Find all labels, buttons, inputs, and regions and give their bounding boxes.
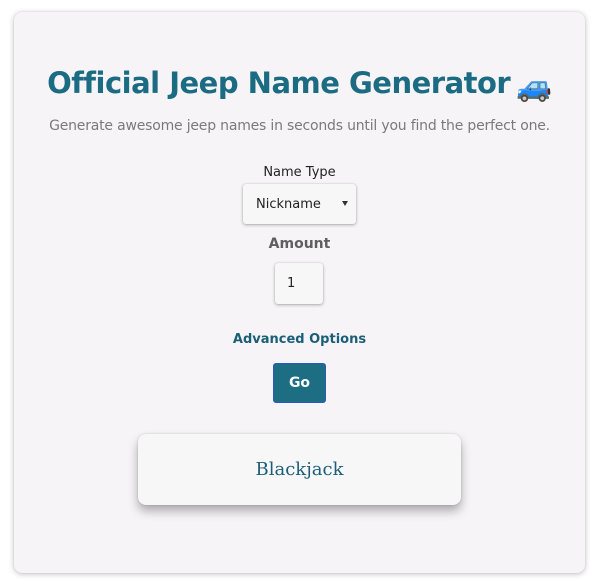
page-title-text: Official Jeep Name Generator — [47, 66, 511, 100]
result-card: Blackjack — [138, 434, 461, 505]
result-name: Blackjack — [255, 459, 344, 480]
amount-input-value: 1 — [287, 276, 296, 291]
name-type-selected-value: Nickname — [256, 196, 321, 212]
generator-card: Official Jeep Name Generator 🚙 Generate a… — [14, 12, 585, 573]
name-type-select[interactable]: Nickname — [243, 184, 356, 224]
page-subtitle: Generate awesome jeep names in seconds u… — [49, 118, 550, 134]
go-button[interactable]: Go — [273, 363, 326, 403]
name-type-label: Name Type — [263, 165, 336, 180]
amount-label: Amount — [268, 236, 331, 252]
chevron-down-icon — [342, 201, 348, 206]
advanced-options-link[interactable]: Advanced Options — [14, 332, 585, 347]
page-title: Official Jeep Name Generator 🚙 — [14, 66, 585, 104]
amount-input[interactable]: 1 — [275, 263, 323, 304]
jeep-icon: 🚙 — [516, 69, 552, 103]
